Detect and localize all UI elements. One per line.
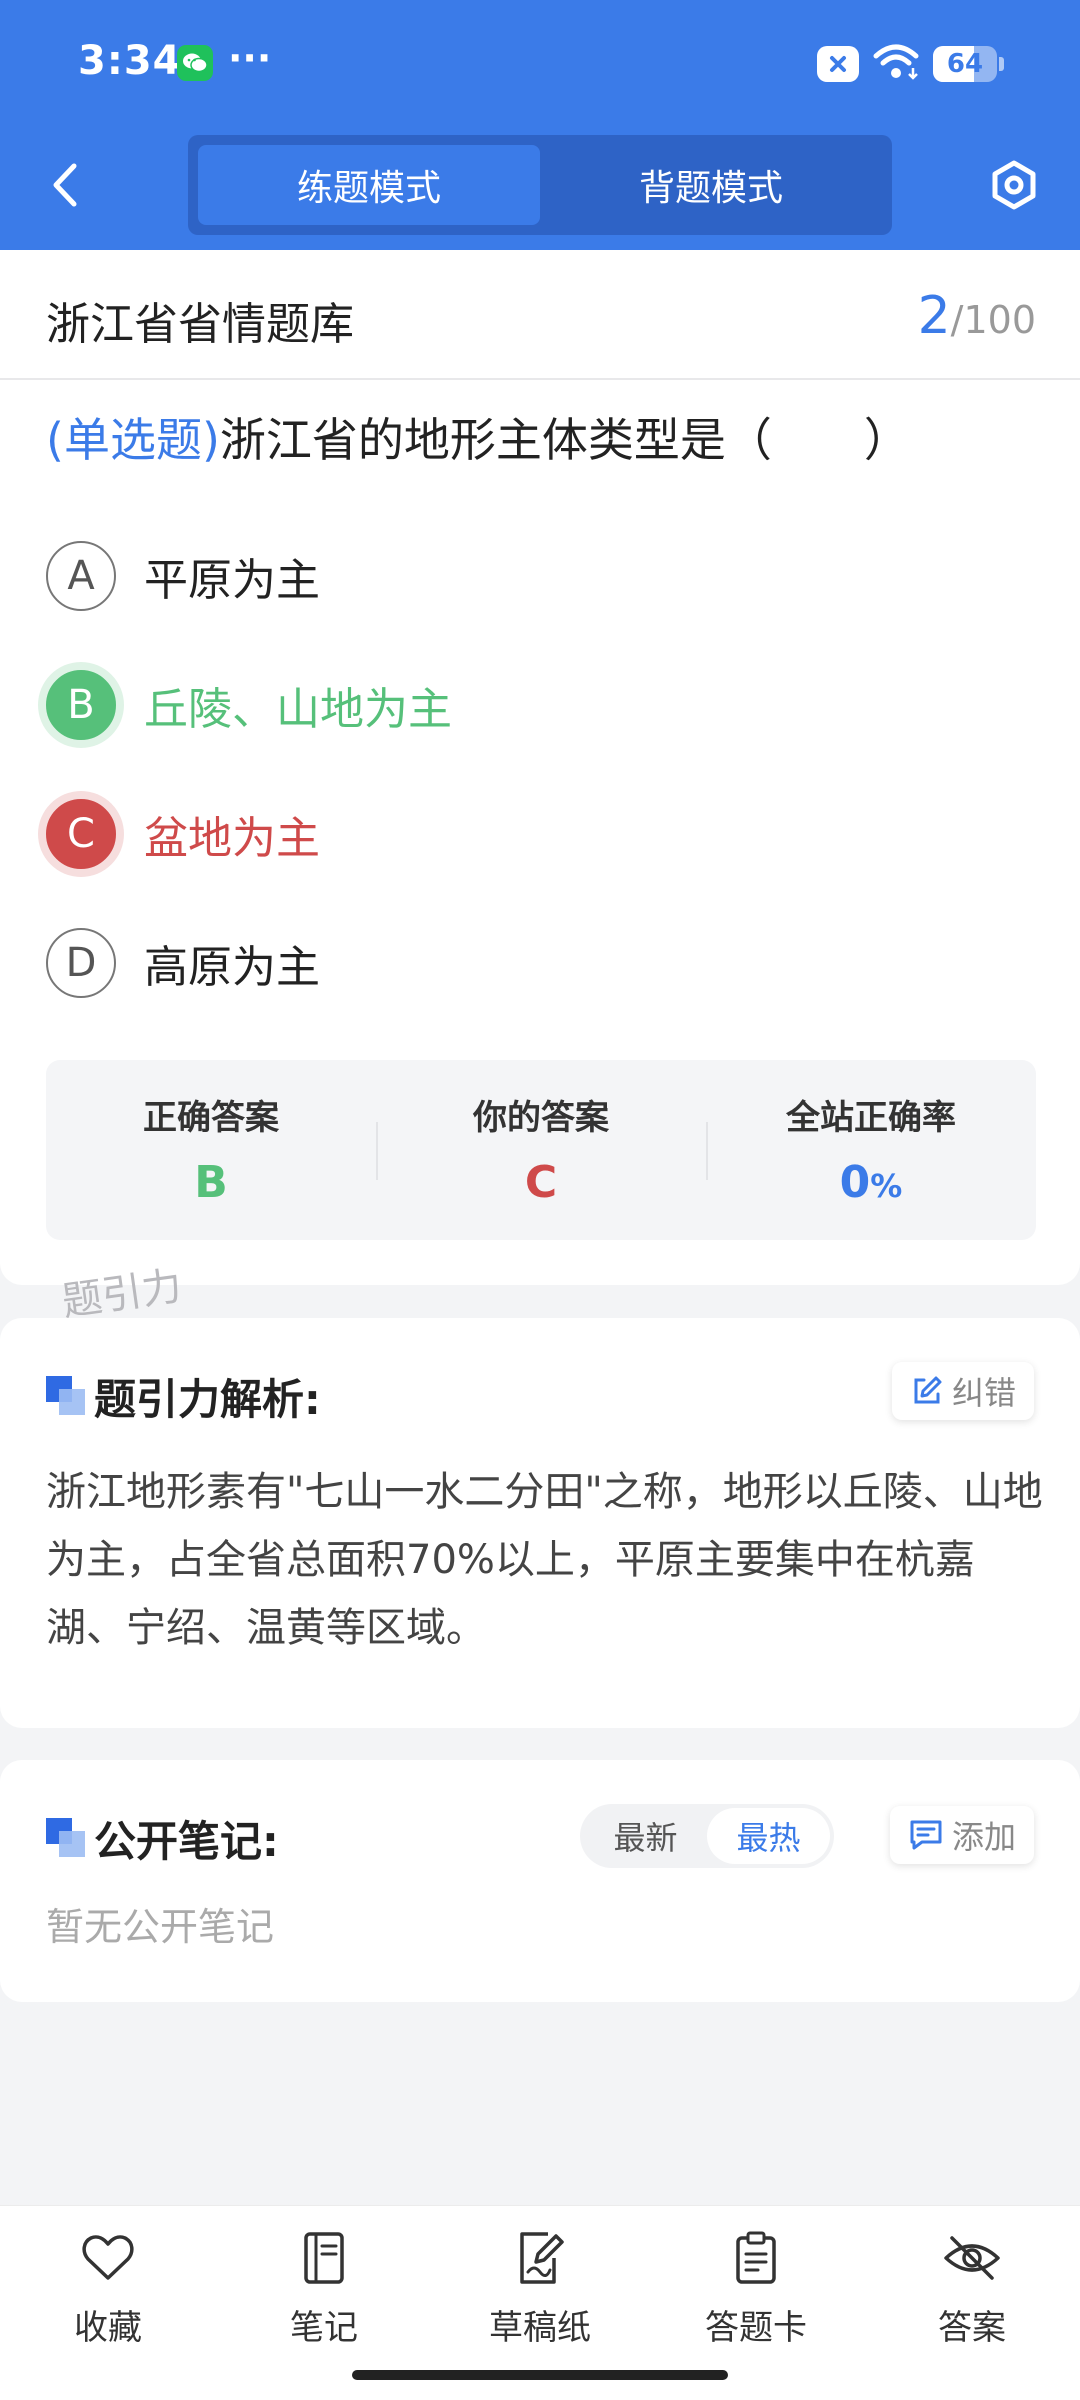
analysis-card: 题引力解析: 纠错 浙江地形素有"七山一水二分田"之称，地形以丘陵、山地为主，占… <box>0 1318 1080 1728</box>
option-a[interactable]: A 平原为主 <box>46 540 320 612</box>
option-text: 高原为主 <box>144 942 320 993</box>
wechat-icon <box>177 45 213 81</box>
nav-label: 草稿纸 <box>489 2308 591 2348</box>
site-accuracy-label: 全站正确率 <box>786 1098 956 1138</box>
question-type-label: (单选题) <box>46 413 220 467</box>
option-letter: A <box>46 541 116 611</box>
battery-icon: 64 <box>933 46 997 82</box>
report-error-button[interactable]: 纠错 <box>891 1362 1034 1420</box>
nav-label: 笔记 <box>290 2308 358 2348</box>
divider <box>0 378 1080 380</box>
empty-notes-text: 暂无公开笔记 <box>46 1905 275 1949</box>
comment-icon <box>910 1820 942 1850</box>
gear-icon <box>992 160 1036 210</box>
status-time: 3:34 <box>78 38 182 84</box>
option-letter: C <box>46 799 116 869</box>
question-card: 浙江省省情题库 2/100 (单选题)浙江省的地形主体类型是（ ） A 平原为主… <box>0 250 1080 1285</box>
more-notifications-icon: ··· <box>228 36 272 80</box>
report-error-label: 纠错 <box>951 1374 1016 1412</box>
sort-latest[interactable]: 最新 <box>584 1808 707 1864</box>
tab-practice-mode[interactable]: 练题模式 <box>198 145 540 225</box>
option-d[interactable]: D 高原为主 <box>46 927 320 999</box>
add-note-label: 添加 <box>951 1818 1016 1856</box>
accuracy-unit: % <box>870 1167 903 1205</box>
public-notes-card: 公开笔记: 最新 最热 添加 暂无公开笔记 <box>0 1760 1080 2002</box>
section-icon <box>46 1376 86 1416</box>
public-notes-title: 公开笔记: <box>94 1817 279 1866</box>
tab-memorize-mode[interactable]: 背题模式 <box>540 145 882 225</box>
home-indicator <box>352 2370 728 2380</box>
current-question-number: 2 <box>917 286 951 346</box>
option-b[interactable]: B 丘陵、山地为主 <box>46 669 452 741</box>
your-answer-stat: 你的答案 C <box>376 1060 706 1240</box>
no-sim-icon <box>817 46 859 82</box>
edit-icon <box>914 1376 942 1404</box>
battery-level: 64 <box>946 49 984 79</box>
question-stem: (单选题)浙江省的地形主体类型是（ ） <box>46 410 1046 470</box>
nav-favorite[interactable]: 收藏 <box>0 2206 216 2400</box>
heart-icon <box>78 2228 138 2288</box>
battery-tip <box>999 57 1004 71</box>
question-bank-title: 浙江省省情题库 <box>46 299 354 350</box>
wifi-icon <box>873 44 919 84</box>
option-text: 平原为主 <box>144 555 320 606</box>
total-questions: /100 <box>950 298 1036 342</box>
question-progress: 2/100 <box>918 286 1036 346</box>
nav-label: 收藏 <box>74 2308 142 2348</box>
option-c[interactable]: C 盆地为主 <box>46 798 320 870</box>
question-text: 浙江省的地形主体类型是（ ） <box>219 413 910 467</box>
nav-label: 答案 <box>938 2308 1006 2348</box>
option-letter: B <box>46 670 116 740</box>
site-accuracy-value: 0% <box>840 1157 903 1208</box>
option-text: 盆地为主 <box>144 813 320 864</box>
notebook-icon <box>294 2228 354 2288</box>
app-header: 3:34 ··· 64 练题模式 背题模式 <box>0 0 1080 250</box>
add-note-button[interactable]: 添加 <box>889 1806 1034 1864</box>
nav-show-answer[interactable]: 答案 <box>864 2206 1080 2400</box>
section-icon <box>46 1818 86 1858</box>
accuracy-number: 0 <box>839 1157 871 1208</box>
draft-icon <box>510 2228 570 2288</box>
option-text: 丘陵、山地为主 <box>144 684 452 735</box>
back-button[interactable] <box>40 155 90 215</box>
eye-off-icon <box>942 2228 1002 2288</box>
analysis-text: 浙江地形素有"七山一水二分田"之称，地形以丘陵、山地为主，占全省总面积70%以上… <box>46 1469 1043 1651</box>
correct-answer-label: 正确答案 <box>143 1098 279 1138</box>
your-answer-value: C <box>524 1157 558 1208</box>
answer-stats: 正确答案 B 你的答案 C 全站正确率 0% <box>46 1060 1036 1240</box>
analysis-title: 题引力解析: <box>94 1375 321 1424</box>
sort-hottest[interactable]: 最热 <box>707 1808 830 1864</box>
correct-answer-value: B <box>194 1157 228 1208</box>
mode-switcher: 练题模式 背题模式 <box>188 135 892 235</box>
nav-label: 答题卡 <box>705 2308 807 2348</box>
your-answer-label: 你的答案 <box>473 1098 609 1138</box>
notes-sort-toggle: 最新 最热 <box>580 1804 834 1868</box>
correct-answer-stat: 正确答案 B <box>46 1060 376 1240</box>
status-bar: 3:34 ··· 64 <box>0 0 1080 125</box>
site-accuracy-stat: 全站正确率 0% <box>706 1060 1036 1240</box>
option-letter: D <box>46 928 116 998</box>
answer-sheet-icon <box>726 2228 786 2288</box>
settings-button[interactable] <box>984 155 1044 215</box>
chevron-left-icon <box>53 163 77 207</box>
